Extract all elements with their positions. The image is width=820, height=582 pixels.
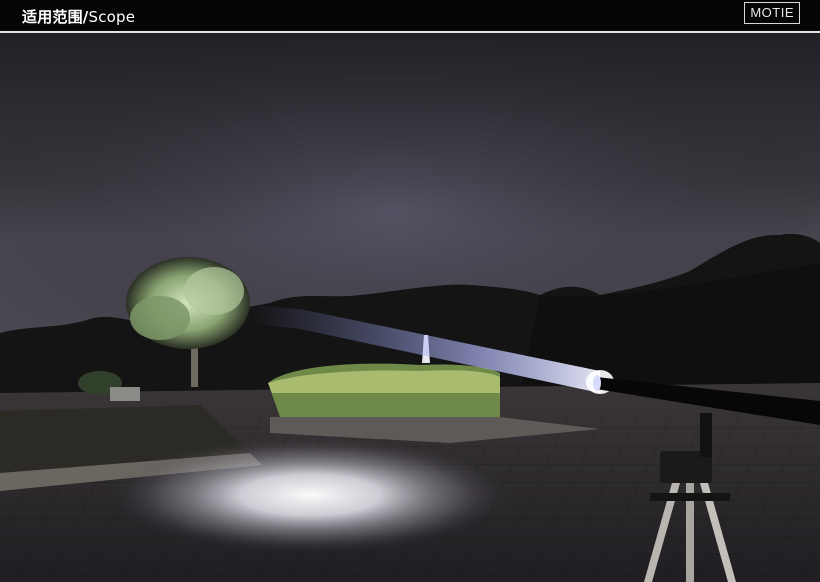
- header-bar: 适用范围/Scope MOTIE: [0, 0, 820, 30]
- title-chinese: 适用范围/: [22, 8, 89, 26]
- section-title: 适用范围/Scope: [22, 6, 135, 27]
- brand-logo: MOTIE: [744, 2, 800, 24]
- stone-planter: [110, 387, 140, 401]
- title-english: Scope: [88, 8, 136, 26]
- ground-light-pool: [110, 437, 510, 553]
- photo-illustration: [0, 33, 820, 582]
- night-scene-photo: [0, 33, 820, 582]
